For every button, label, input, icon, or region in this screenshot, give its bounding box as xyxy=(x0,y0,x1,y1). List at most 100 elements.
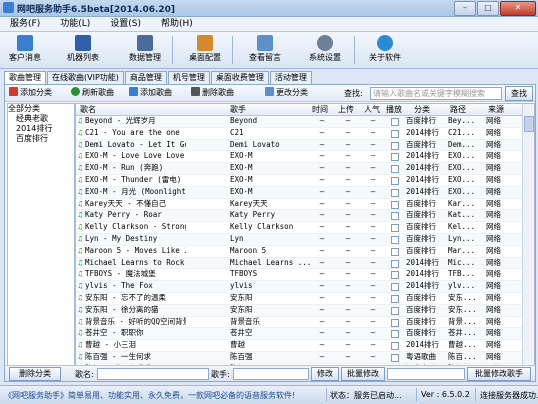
minimize-button[interactable]: – xyxy=(454,1,476,16)
col-category[interactable]: 分类 xyxy=(414,104,430,115)
song-name-input[interactable] xyxy=(97,368,209,380)
table-row[interactable]: ♫ TFBOYS - 魔法城堡 TFBOYS – – – 2014排行 TFB... 网络 xyxy=(76,269,522,282)
play-checkbox[interactable] xyxy=(391,294,399,303)
col-artist[interactable]: 歌手 xyxy=(230,104,246,115)
batch-modify-artist-button[interactable]: 批量修改歌手 xyxy=(467,367,531,381)
scroll-thumb[interactable] xyxy=(524,116,534,132)
table-row[interactable]: ♫ 曹越 - 小三泪 曹越 – – – 2014排行 曹越... 网络 xyxy=(76,340,522,352)
col-path[interactable]: 路径 xyxy=(450,104,466,115)
delete-song-button[interactable]: 删除歌曲 xyxy=(191,87,234,99)
col-name[interactable]: 歌名 xyxy=(80,104,96,115)
play-checkbox[interactable] xyxy=(391,224,399,233)
tab-machine-numbers[interactable]: 机号管理 xyxy=(167,71,210,84)
table-row[interactable]: ♫ 陈百强 - 一生何求 陈百强 – – – 粤语歌曲 陈百... 网络 xyxy=(76,351,522,364)
refresh-songs-button[interactable]: 刷新歌曲 xyxy=(71,87,114,99)
client-message-button[interactable]: 客户消息 xyxy=(4,33,46,67)
table-row[interactable]: ♫Michael Learns to Rock - 吻别英... Michael … xyxy=(76,257,522,270)
song-name-cell: ♫ 陈百强 - 一生何求 xyxy=(78,351,152,361)
modify-button[interactable]: 修改 xyxy=(311,367,339,381)
tab-desktop-charges[interactable]: 桌面收费管理 xyxy=(210,71,269,84)
find-button[interactable]: 查找 xyxy=(505,86,533,101)
col-play[interactable]: 播放 xyxy=(386,104,402,115)
batch-artist-input[interactable] xyxy=(387,368,465,380)
col-upload[interactable]: 上传 xyxy=(338,104,354,115)
data-manage-button[interactable]: 数据管理 xyxy=(124,33,166,67)
table-row[interactable]: ♫ EXO-M - Run (奔跑) EXO-M – – – 2014排行 EXO... 网络 xyxy=(76,163,522,175)
table-row[interactable]: ♫ 安东阳 - 忘不了的温柔 安东阳 – – – 百度排行 安东... 网络 xyxy=(76,293,522,305)
play-checkbox[interactable] xyxy=(391,235,399,244)
play-checkbox[interactable] xyxy=(391,342,399,351)
play-checkbox[interactable] xyxy=(391,330,399,339)
play-checkbox[interactable] xyxy=(391,306,399,315)
close-button[interactable]: ✕ xyxy=(500,1,536,16)
desktop-config-button[interactable]: 桌面配置 xyxy=(184,33,226,67)
table-row[interactable]: ♫ EXO-M - 月光 (Moonlight) EXO-M – – – 2014排行 EXO… xyxy=(76,186,522,199)
about-button[interactable]: 关于软件 xyxy=(364,33,406,67)
table-row[interactable]: ♫ 安东阳 - 徐分离的猫 安东阳 – – – 百度排行 安东... 网络 xyxy=(76,304,522,317)
play-checkbox[interactable] xyxy=(391,259,399,268)
tree-item-2014[interactable]: 2014排行 xyxy=(8,124,74,134)
vertical-scrollbar[interactable] xyxy=(522,104,534,366)
view-messages-button[interactable]: 查看留言 xyxy=(244,33,286,67)
menu-function[interactable]: 功能(L) xyxy=(50,17,100,31)
table-row[interactable]: ♫ 苍井空 - 职职你 苍井空 – – – 百度排行 苍井... 网络 xyxy=(76,328,522,341)
play-checkbox[interactable] xyxy=(391,200,399,209)
tab-goods[interactable]: 商品管理 xyxy=(124,71,167,84)
category-cell: 百度排行 xyxy=(406,316,436,326)
delete-category-button[interactable]: 删除分类 xyxy=(9,367,61,381)
table-row[interactable]: ♫ Karey天天 - 不懂自己 Karey天天 – – – 百度排行 Kar... 网络 xyxy=(76,199,522,211)
status-separator xyxy=(416,388,417,401)
play-checkbox[interactable] xyxy=(391,318,399,327)
artist-input[interactable] xyxy=(233,368,309,380)
play-checkbox[interactable] xyxy=(391,141,399,150)
artist-cell: EXO-M xyxy=(230,163,253,173)
table-row[interactable]: ♫ Katy Perry - Roar Katy Perry – – – 百度排行 Kat..… xyxy=(76,210,522,223)
table-row[interactable]: ♫ ylvis - The Fox ylvis – – – 2014排行 ylv... 网络 xyxy=(76,281,522,293)
table-row[interactable]: ♫Kelly Clarkson - Stronger (What... Kelly… xyxy=(76,222,522,234)
table-row[interactable]: ♫EXO-M - Love Love Love (梦中梦) EXO-M – – – 201… xyxy=(76,151,522,164)
menu-service[interactable]: 服务(F) xyxy=(0,17,50,31)
play-checkbox[interactable] xyxy=(391,153,399,162)
col-time[interactable]: 时间 xyxy=(312,104,328,115)
table-row[interactable]: ♫ Demi Lovato - Let It Go Demi Lovato – – – 百度… xyxy=(76,139,522,152)
batch-modify-button[interactable]: 批量修改 xyxy=(341,367,385,381)
play-checkbox[interactable] xyxy=(391,271,399,280)
maximize-button[interactable]: □ xyxy=(477,1,499,16)
change-category-button[interactable]: 更改分类 xyxy=(265,87,308,99)
tree-item-baidu[interactable]: 百度排行 xyxy=(8,134,74,144)
menu-help[interactable]: 帮助(H) xyxy=(151,17,203,31)
search-input[interactable]: 请输入歌曲名或关键字模糊搜索 xyxy=(370,87,502,100)
play-checkbox[interactable] xyxy=(391,212,399,221)
table-row[interactable]: ♫ Beyond - 光辉岁月 Beyond – – – 百度排行 Bey... 网络 xyxy=(76,116,522,128)
path-cell: EXO... xyxy=(448,163,476,173)
play-checkbox[interactable] xyxy=(391,188,399,197)
desktop-config-label: 桌面配置 xyxy=(189,53,221,62)
tab-songs[interactable]: 歌曲管理 xyxy=(4,71,46,85)
play-checkbox[interactable] xyxy=(391,118,399,126)
play-checkbox[interactable] xyxy=(391,129,399,138)
add-song-button[interactable]: 添加歌曲 xyxy=(129,87,172,99)
play-checkbox[interactable] xyxy=(391,283,399,292)
plus-icon xyxy=(9,87,18,96)
table-row[interactable]: ♫ Lyn - My Destiny Lyn – – – 百度排行 Lyn... 网络 xyxy=(76,233,522,246)
play-checkbox[interactable] xyxy=(391,353,399,362)
table-row[interactable]: ♫ EXO-M - Thunder (雷电) EXO-M – – – 2014排行 EXO..… xyxy=(76,175,522,187)
play-checkbox[interactable] xyxy=(391,176,399,185)
tab-online-songs[interactable]: 在线歌曲(VIP功能) xyxy=(47,71,124,84)
machine-list-button[interactable]: 机器列表 xyxy=(62,33,104,67)
system-settings-button[interactable]: 系统设置 xyxy=(304,33,346,67)
add-category-button[interactable]: 添加分类 xyxy=(9,87,52,99)
menu-settings[interactable]: 设置(S) xyxy=(100,17,151,31)
table-row[interactable]: ♫背景音乐 - 好听的QQ空间背景音乐 背景音乐 – – – 百度排行 背景... 网络 xyxy=(76,317,522,329)
table-row[interactable]: ♫Maroon 5 - Moves Like Jagger Maroon 5 – – –… xyxy=(76,246,522,258)
col-source[interactable]: 来源 xyxy=(488,104,504,115)
path-cell: Bey... xyxy=(448,116,476,125)
system-settings-label: 系统设置 xyxy=(309,53,341,62)
table-row[interactable]: ♫ C21 - You are the one C21 – – – 2014排行 C21...… xyxy=(76,128,522,140)
tree-item-classic[interactable]: 经典老歌 xyxy=(8,114,74,124)
tab-activities[interactable]: 活动管理 xyxy=(269,71,312,84)
tree-root[interactable]: 全部分类 xyxy=(8,104,74,114)
play-checkbox[interactable] xyxy=(391,247,399,256)
play-checkbox[interactable] xyxy=(391,165,399,174)
col-popularity[interactable]: 人气 xyxy=(364,104,380,115)
